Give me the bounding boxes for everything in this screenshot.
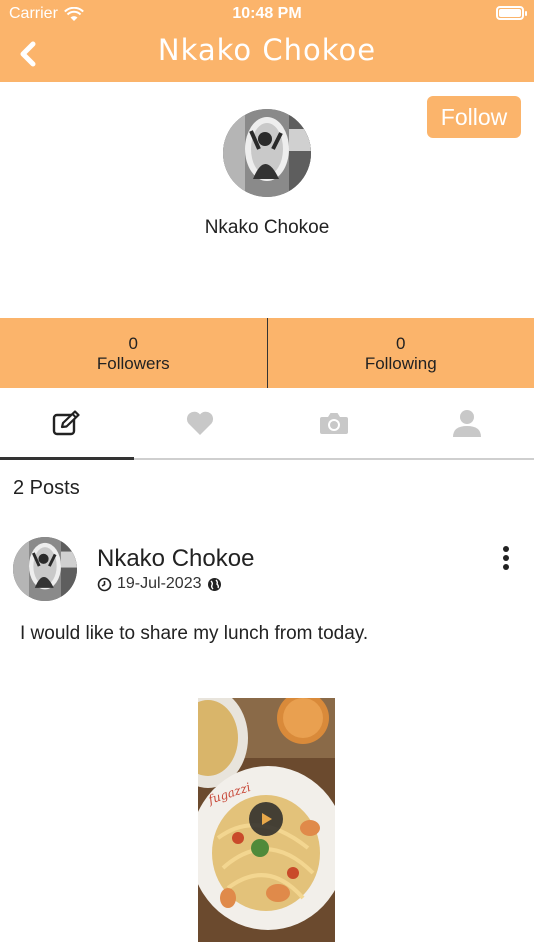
tab-about[interactable] (401, 388, 534, 458)
user-icon (453, 410, 482, 437)
posts-count: 2 Posts (13, 477, 80, 499)
post-author-name[interactable]: Nkako Chokoe (97, 545, 254, 573)
more-dot (503, 555, 509, 561)
post-meta: 19-Jul-2023 (97, 575, 222, 593)
profile-avatar[interactable] (223, 109, 311, 197)
profile-tabs (0, 388, 534, 460)
followers-label: Followers (96, 354, 170, 373)
following-label: Following (364, 354, 437, 373)
app-header: Carrier 10:48 PM Nkako Chokoe (0, 0, 534, 82)
followers-stat[interactable]: 0 Followers (0, 318, 267, 388)
avatar-photo (13, 537, 77, 601)
post-options-button[interactable] (498, 546, 514, 570)
avatar-photo (223, 109, 311, 197)
profile-name: Nkako Chokoe (204, 217, 330, 238)
status-bar: Carrier 10:48 PM (0, 0, 534, 30)
tab-photos[interactable] (267, 388, 401, 458)
tab-likes[interactable] (134, 388, 268, 458)
heart-icon (187, 411, 214, 435)
post-text: I would like to share my lunch from toda… (20, 623, 369, 644)
post-video[interactable]: fugazzi (198, 698, 335, 942)
globe-icon (207, 577, 221, 591)
follow-button[interactable]: Follow (427, 96, 521, 138)
stats-bar: 0 Followers 0 Following (0, 318, 534, 388)
battery-icon (496, 6, 527, 20)
following-count: 0 (396, 334, 406, 353)
post-author-avatar[interactable] (13, 537, 77, 601)
post-date: 19-Jul-2023 (117, 575, 202, 592)
play-icon (262, 813, 272, 825)
edit-icon (52, 410, 80, 436)
more-dot (503, 546, 509, 552)
following-stat[interactable]: 0 Following (266, 318, 534, 388)
page-title: Nkako Chokoe (157, 33, 377, 67)
status-time: 10:48 PM (232, 5, 302, 22)
camera-icon (319, 413, 348, 434)
clock-icon (97, 577, 112, 591)
more-dot (503, 564, 509, 570)
tab-posts[interactable] (0, 388, 134, 460)
play-button[interactable] (249, 802, 283, 836)
followers-count: 0 (128, 334, 138, 353)
